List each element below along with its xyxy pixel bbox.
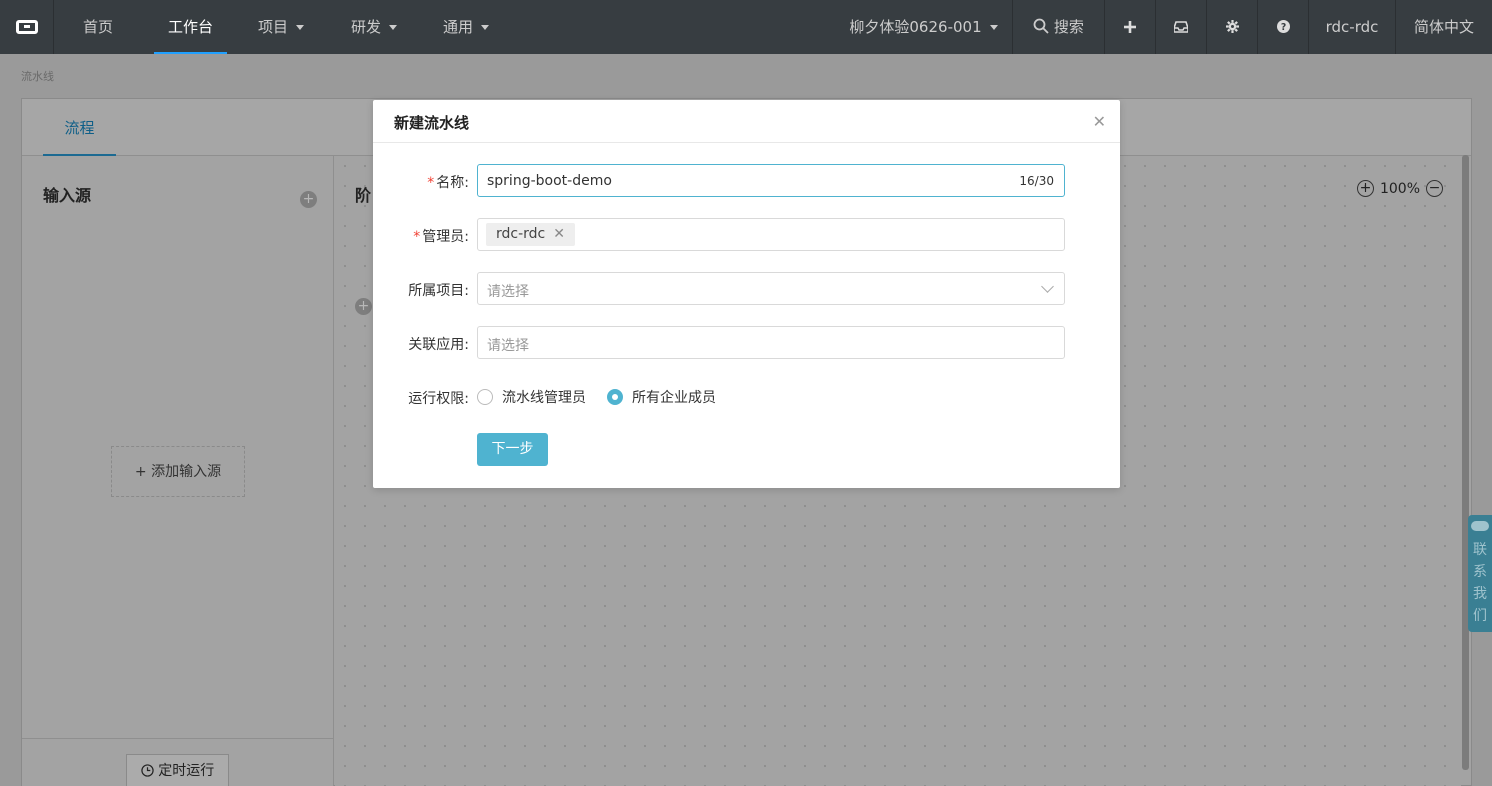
- scheduled-run-button[interactable]: 定时运行: [126, 754, 229, 786]
- project-select[interactable]: 请选择: [477, 272, 1065, 305]
- inbox-button[interactable]: [1155, 0, 1206, 54]
- help-button[interactable]: ?: [1257, 0, 1308, 54]
- help-icon: ?: [1276, 20, 1290, 33]
- user-name: rdc-rdc: [1325, 18, 1379, 36]
- admin-tag-label: rdc-rdc: [496, 226, 546, 242]
- permission-label: 运行权限:: [408, 391, 469, 407]
- radio-pipeline-admin[interactable]: [477, 389, 493, 405]
- user-menu[interactable]: rdc-rdc: [1308, 0, 1395, 54]
- nav-general-label: 通用: [443, 18, 474, 36]
- org-name: 柳夕体验0626-001: [849, 18, 982, 36]
- chevron-down-icon: [389, 25, 398, 30]
- add-button[interactable]: [1104, 0, 1155, 54]
- app-select[interactable]: 请选择: [477, 326, 1065, 359]
- zoom-level: 100%: [1379, 180, 1420, 197]
- clock-icon: [141, 764, 154, 777]
- admin-select[interactable]: rdc-rdc ✕: [477, 218, 1065, 251]
- org-switcher[interactable]: 柳夕体验0626-001: [835, 0, 1012, 54]
- radio-all-members[interactable]: [607, 389, 623, 405]
- search-button[interactable]: 搜索: [1012, 0, 1104, 54]
- chevron-down-icon: [481, 25, 490, 30]
- chat-icon: [1471, 521, 1489, 531]
- admin-tag: rdc-rdc ✕: [486, 223, 575, 246]
- breadcrumb[interactable]: 流水线: [21, 68, 54, 84]
- admin-row: * 管理员: rdc-rdc ✕: [373, 218, 1120, 251]
- svg-text:?: ?: [1280, 22, 1285, 33]
- zoom-control: + 100% −: [1356, 180, 1443, 197]
- app-label: 关联应用:: [408, 337, 469, 353]
- dialog-title: 新建流水线: [394, 114, 470, 132]
- radio-pipeline-admin-label[interactable]: 流水线管理员: [502, 387, 586, 407]
- chevron-down-icon: [989, 25, 998, 30]
- admin-label: * 管理员:: [413, 229, 469, 245]
- permission-row: 运行权限: 流水线管理员 所有企业成员: [373, 380, 1120, 413]
- settings-button[interactable]: [1206, 0, 1257, 54]
- search-label: 搜索: [1053, 18, 1084, 36]
- nav-projects-label: 项目: [258, 18, 289, 36]
- zoom-in-icon[interactable]: +: [1356, 180, 1374, 197]
- language-label: 简体中文: [1413, 18, 1474, 36]
- name-label: * 名称:: [427, 175, 469, 191]
- name-input[interactable]: spring-boot-demo 16/30: [477, 164, 1065, 197]
- char-counter: 16/30: [1019, 174, 1054, 188]
- add-circle-icon[interactable]: +: [300, 191, 317, 208]
- project-row: 所属项目: 请选择: [373, 272, 1120, 305]
- contact-char: 我: [1473, 586, 1487, 602]
- nav-dev[interactable]: 研发: [351, 0, 398, 54]
- contact-char: 联: [1473, 542, 1487, 558]
- nav-projects[interactable]: 项目: [258, 0, 305, 54]
- gear-icon: [1225, 20, 1239, 33]
- app-placeholder: 请选择: [487, 338, 529, 354]
- zoom-out-icon[interactable]: −: [1426, 180, 1443, 197]
- name-value: spring-boot-demo: [487, 173, 612, 189]
- radio-all-members-label[interactable]: 所有企业成员: [632, 387, 716, 407]
- project-placeholder: 请选择: [487, 284, 529, 300]
- chevron-down-icon: [296, 25, 305, 30]
- app-row: 关联应用: 请选择: [373, 326, 1120, 359]
- input-source-panel: 输入源 + + 添加输入源 定时运行: [22, 156, 334, 786]
- add-input-source-button[interactable]: + 添加输入源: [111, 446, 245, 497]
- search-icon: [1033, 18, 1049, 34]
- nav-workbench[interactable]: 工作台: [153, 0, 228, 54]
- plus-icon: [1124, 21, 1136, 33]
- add-circle-icon[interactable]: +: [355, 298, 372, 315]
- stage-title: 阶: [355, 186, 372, 205]
- name-label-text: 名称:: [436, 175, 469, 191]
- nav-dev-label: 研发: [351, 18, 382, 36]
- dialog-header: 新建流水线 ✕: [373, 100, 1120, 143]
- nav-general[interactable]: 通用: [443, 0, 490, 54]
- inbox-icon: [1173, 21, 1189, 33]
- contact-char: 系: [1473, 564, 1487, 580]
- scrollbar[interactable]: [1462, 155, 1469, 770]
- name-row: * 名称: spring-boot-demo 16/30: [373, 164, 1120, 197]
- tab-flow[interactable]: 流程: [43, 99, 116, 156]
- input-source-title: 输入源: [43, 186, 92, 205]
- logo-icon[interactable]: [0, 0, 54, 54]
- nav-home[interactable]: 首页: [83, 0, 113, 54]
- project-label: 所属项目:: [408, 283, 469, 299]
- top-nav: 首页 工作台 项目 研发 通用 柳夕体验0626-001 搜索 ? rdc-rd…: [0, 0, 1492, 54]
- new-pipeline-dialog: 新建流水线 ✕ * 名称: spring-boot-demo 16/30 * 管理员…: [373, 100, 1120, 488]
- left-footer: 定时运行: [22, 738, 333, 786]
- close-icon[interactable]: ✕: [1093, 112, 1106, 131]
- scheduled-run-label: 定时运行: [158, 763, 215, 779]
- remove-tag-icon[interactable]: ✕: [553, 226, 565, 242]
- contact-us-button[interactable]: 联 系 我 们: [1468, 515, 1492, 632]
- next-button[interactable]: 下一步: [477, 433, 548, 466]
- language-switcher[interactable]: 简体中文: [1395, 0, 1492, 54]
- permission-radio-group: 流水线管理员 所有企业成员: [477, 387, 716, 407]
- chevron-down-icon: [1041, 280, 1054, 293]
- admin-label-text: 管理员:: [422, 229, 469, 245]
- contact-char: 们: [1473, 608, 1487, 624]
